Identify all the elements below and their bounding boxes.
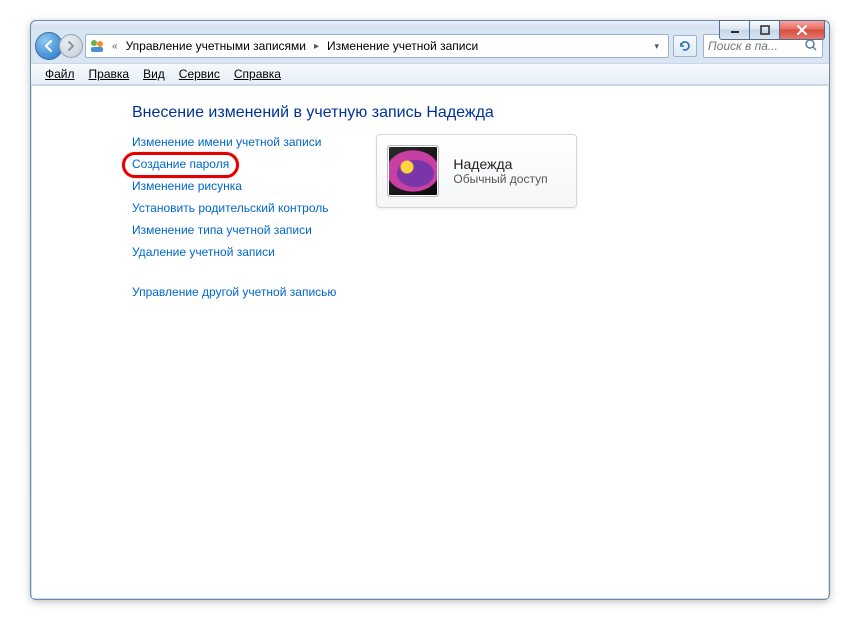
menu-help[interactable]: Справка — [228, 65, 287, 83]
chevron-right-icon: ▸ — [312, 41, 321, 52]
link-manage-other[interactable]: Управление другой учетной записью — [132, 284, 336, 300]
account-type: Обычный доступ — [453, 172, 547, 186]
link-parental-controls[interactable]: Установить родительский контроль — [132, 200, 329, 216]
menu-edit[interactable]: Правка — [83, 65, 136, 83]
breadcrumb-prefix: « — [110, 41, 120, 52]
address-bar[interactable]: « Управление учетными записями ▸ Изменен… — [85, 34, 669, 58]
close-button[interactable] — [779, 20, 825, 40]
link-change-type[interactable]: Изменение типа учетной записи — [132, 222, 312, 238]
breadcrumb-item-change[interactable]: Изменение учетной записи — [323, 37, 482, 55]
control-panel-window: « Управление учетными записями ▸ Изменен… — [30, 20, 830, 600]
refresh-button[interactable] — [673, 35, 697, 57]
minimize-button[interactable] — [719, 20, 749, 40]
forward-button[interactable] — [59, 34, 83, 58]
account-card: Надежда Обычный доступ — [376, 134, 576, 208]
titlebar[interactable] — [31, 21, 829, 29]
task-link-column: Изменение имени учетной записи Создание … — [132, 134, 336, 300]
breadcrumb: « Управление учетными записями ▸ Изменен… — [110, 37, 482, 55]
menu-tools[interactable]: Сервис — [173, 65, 226, 83]
link-change-picture[interactable]: Изменение рисунка — [132, 178, 242, 194]
search-icon — [804, 38, 818, 55]
breadcrumb-item-manage[interactable]: Управление учетными записями — [122, 37, 310, 55]
maximize-button[interactable] — [749, 20, 779, 40]
link-change-name[interactable]: Изменение имени учетной записи — [132, 134, 321, 150]
content-area: Внесение изменений в учетную запись Наде… — [32, 85, 828, 598]
menu-view[interactable]: Вид — [137, 65, 171, 83]
search-input[interactable] — [708, 39, 804, 53]
user-accounts-icon — [88, 37, 106, 55]
menu-file[interactable]: Файл — [39, 65, 81, 83]
avatar — [387, 145, 439, 197]
menu-bar: Файл Правка Вид Сервис Справка — [31, 63, 829, 85]
page-title: Внесение изменений в учетную запись Наде… — [132, 104, 798, 122]
account-info: Надежда Обычный доступ — [453, 156, 547, 186]
address-tail: ▾ — [651, 38, 666, 55]
nav-buttons — [35, 32, 83, 60]
account-name: Надежда — [453, 156, 547, 172]
window-controls — [719, 20, 825, 40]
link-delete-account[interactable]: Удаление учетной записи — [132, 244, 275, 260]
link-create-password[interactable]: Создание пароля — [132, 156, 229, 172]
address-dropdown[interactable]: ▾ — [651, 38, 662, 55]
navigation-row: « Управление учетными записями ▸ Изменен… — [31, 29, 829, 63]
